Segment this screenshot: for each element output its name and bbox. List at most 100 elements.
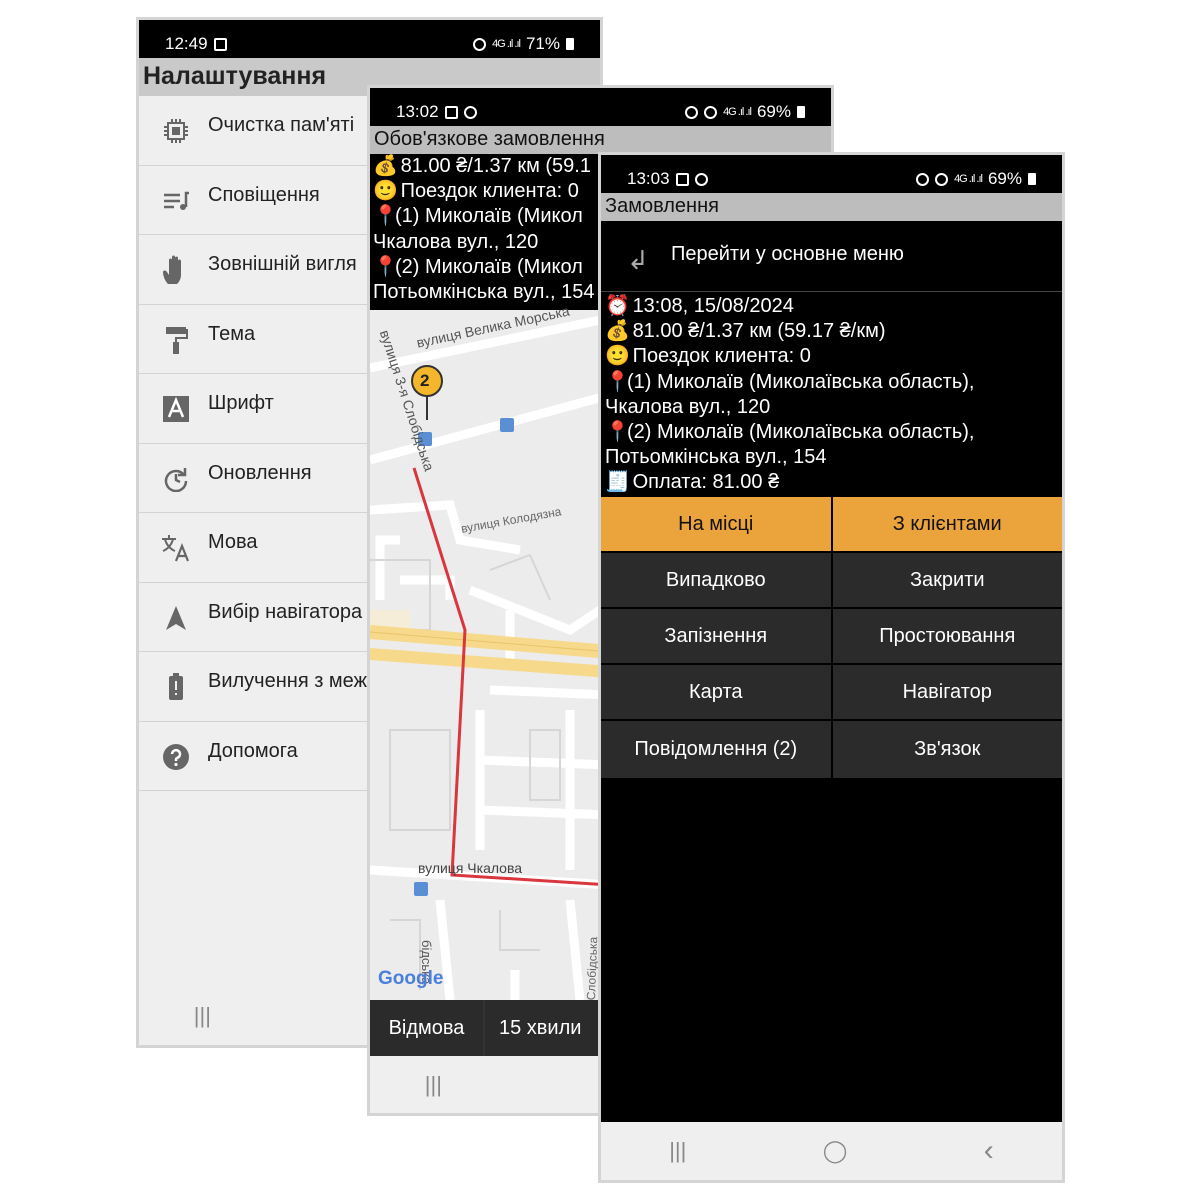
client-trips: Поездок клиента: 0 (400, 180, 579, 203)
page-title: Обов'язкове замовлення (374, 128, 605, 150)
recent-apps-button[interactable]: ||| (425, 1072, 442, 1098)
alarm-icon (685, 105, 699, 119)
order-phone: 13:03 4G .ıl .ıl 69% Замовлення ↲ Перейт… (598, 152, 1065, 1183)
chip-icon (161, 116, 191, 146)
status-time: 13:03 (627, 169, 670, 188)
order-price: 81.00 ₴/1.37 км (59.17 ₴/км) (632, 320, 886, 343)
back-button[interactable]: ‹ (984, 1134, 994, 1168)
close-button[interactable]: Закрити (832, 553, 1062, 607)
google-logo: Google (378, 968, 444, 989)
pin-icon: 📍 (605, 421, 630, 444)
money-bag-icon: 💰 (373, 155, 398, 177)
money-bag-icon: 💰 (605, 320, 630, 343)
alarm-clock-icon: ⏰ (605, 295, 630, 317)
navigator-button[interactable]: Навігатор (832, 665, 1062, 719)
order-info: ⏰ 13:08, 15/08/2024 💰 81.00 ₴/1.37 км (5… (601, 294, 1062, 497)
battery-icon (797, 106, 805, 118)
order-datetime: 13:08, 15/08/2024 (632, 295, 794, 317)
app-notification-icon (463, 105, 477, 119)
navigation-arrow-icon (161, 603, 191, 633)
pickup-street: Чкалова вул., 120 (373, 230, 539, 253)
pin-icon: 📍 (373, 255, 398, 278)
dropoff-street: Потьомкінська вул., 154 (605, 446, 827, 469)
recent-apps-button[interactable]: ||| (194, 1003, 211, 1029)
settings-item-label: Очистка пам'яті (208, 114, 355, 136)
pin-icon: 📍 (605, 370, 630, 393)
order-actions-grid: На місці З клієнтами Випадково Закрити З… (601, 497, 1062, 778)
status-bar: 13:02 4G .ıl .ıl 69% (370, 88, 831, 126)
on-place-button[interactable]: На місці (601, 497, 831, 551)
contact-button[interactable]: Зв'язок (832, 721, 1062, 778)
settings-item-label: Допомога (208, 739, 298, 762)
return-arrow-icon: ↲ (627, 245, 649, 275)
battery-icon (566, 38, 574, 50)
late-button[interactable]: Запізнення (601, 609, 831, 663)
recent-apps-button[interactable]: ||| (669, 1138, 686, 1164)
street-label: вулиця Чкалова (418, 860, 523, 876)
battery-percent: 69% (756, 102, 791, 121)
gallery-icon (213, 37, 227, 51)
messages-button[interactable]: Повідомлення (2) (601, 721, 831, 778)
home-button[interactable]: ◯ (823, 1138, 848, 1164)
signal-icon: 4G .ıl .ıl (954, 173, 983, 185)
settings-item-label: Мова (208, 531, 258, 553)
status-bar: 12:49 4G .ıl .ıl 71% (139, 20, 600, 58)
pickup-city: (1) Миколаїв (Микол (395, 205, 583, 228)
page-title: Налаштування (143, 62, 327, 90)
location-icon (935, 172, 949, 186)
status-bar: 13:03 4G .ıl .ıl 69% (601, 155, 1062, 193)
settings-item-label: Вибір навігатора (208, 600, 363, 623)
title-bar: Замовлення (601, 193, 1062, 221)
status-time: 13:02 (396, 102, 439, 121)
client-trips: Поездок клиента: 0 (632, 345, 811, 368)
notification-icon (161, 186, 191, 216)
map-button[interactable]: Карта (601, 665, 831, 719)
settings-item-label: Тема (208, 322, 256, 345)
order-price: 81.00 ₴/1.37 км (59.1 (400, 155, 591, 177)
page-title: Замовлення (605, 195, 719, 217)
wait-15-button[interactable]: 15 хвили (485, 1000, 605, 1056)
title-bar: Обов'язкове замовлення (370, 126, 831, 154)
hand-icon (161, 255, 191, 285)
battery-percent: 71% (525, 34, 560, 53)
settings-item-label: Зовнішній вигля (208, 253, 357, 275)
with-clients-button[interactable]: З клієнтами (832, 497, 1062, 551)
help-icon (161, 742, 191, 772)
marker-label: 2 (420, 371, 430, 390)
payment-amount: Оплата: 81.00 ₴ (632, 471, 780, 494)
battery-percent: 69% (987, 169, 1022, 188)
settings-item-label: Вилучення з меж (208, 670, 367, 692)
random-button[interactable]: Випадково (601, 553, 831, 607)
pickup-city: (1) Миколаїв (Миколаївська область), (627, 370, 975, 393)
dropoff-city: (2) Миколаїв (Микол (395, 255, 583, 278)
battery-icon (161, 672, 191, 702)
pin-icon: 📍 (373, 205, 398, 228)
status-time: 12:49 (165, 34, 208, 53)
settings-item-label: Сповіщення (208, 183, 320, 206)
smiley-icon: 🙂 (605, 345, 630, 368)
dropoff-city: (2) Миколаїв (Миколаївська область), (627, 421, 975, 444)
gallery-icon (675, 172, 689, 186)
system-nav-bar: ||| ◯ ‹ (601, 1122, 1062, 1180)
refuse-button[interactable]: Відмова (370, 1000, 483, 1056)
paint-roller-icon (161, 325, 191, 355)
translate-icon (161, 533, 191, 563)
settings-item-label: Оновлення (208, 461, 312, 484)
update-icon (161, 464, 191, 494)
alarm-icon (473, 37, 487, 51)
signal-icon: 4G .ıl .ıl (723, 106, 752, 118)
smiley-icon: 🙂 (373, 180, 398, 203)
back-to-main-menu[interactable]: ↲ Перейти у основне меню (601, 221, 1062, 292)
back-to-main-menu-label: Перейти у основне меню (671, 243, 904, 265)
receipt-icon: 🧾 (605, 471, 630, 494)
battery-icon (1028, 173, 1036, 185)
location-icon (704, 105, 718, 119)
settings-item-label: Шрифт (208, 392, 274, 414)
idle-button[interactable]: Простоювання (832, 609, 1062, 663)
signal-icon: 4G .ıl .ıl (492, 38, 521, 50)
alarm-icon (916, 172, 930, 186)
dropoff-street: Потьомкінська вул., 154 (373, 281, 595, 304)
pickup-street: Чкалова вул., 120 (605, 395, 771, 418)
font-icon (161, 394, 191, 424)
app-notification-icon (694, 172, 708, 186)
